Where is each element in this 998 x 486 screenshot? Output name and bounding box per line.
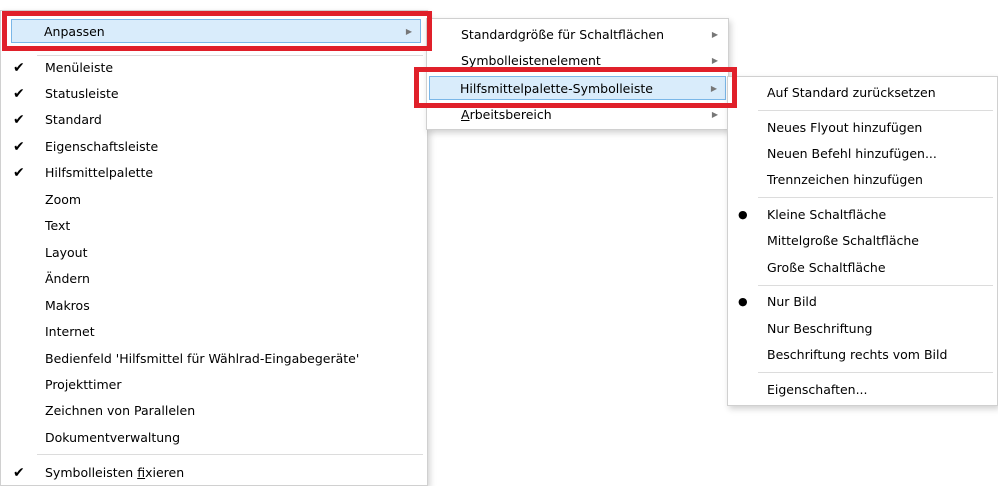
menu-item-label: Symbolleistenelement [461, 53, 601, 68]
menu-item-text[interactable]: Text [3, 214, 425, 238]
menu-item-label: Makros [45, 298, 90, 313]
menu-item-auf-standard-zuruecksetzen[interactable]: Auf Standard zurücksetzen [730, 81, 995, 105]
check-icon: ✔ [13, 86, 25, 102]
check-icon: ✔ [13, 112, 25, 128]
menu-item-eigenschaftsleiste[interactable]: ✔ Eigenschaftsleiste [3, 135, 425, 159]
menu-item-kleine-schaltflaeche[interactable]: ● Kleine Schaltfläche [730, 203, 995, 227]
menu-item-dokumentverwaltung[interactable]: Dokumentverwaltung [3, 426, 425, 450]
radio-bullet-icon: ● [738, 208, 748, 221]
menu-item-label: Dokumentverwaltung [45, 430, 181, 445]
menu-item-label: Auf Standard zurücksetzen [767, 85, 936, 100]
menu-item-symbolleistenelement[interactable]: Symbolleistenelement ▶ [429, 49, 726, 73]
menu-separator [758, 372, 993, 373]
menu-item-label: Kleine Schaltfläche [767, 207, 887, 222]
menu-item-bedienfeld[interactable]: Bedienfeld 'Hilfsmittel für Wählrad-Eing… [3, 347, 425, 371]
menu-item-label: Nur Bild [767, 294, 817, 309]
menu-item-neues-flyout[interactable]: Neues Flyout hinzufügen [730, 116, 995, 140]
menu-item-label: Ändern [45, 271, 90, 286]
menu-separator [758, 197, 993, 198]
menu-item-projekttimer[interactable]: Projekttimer [3, 373, 425, 397]
menu-item-arbeitsbereich[interactable]: Arbeitsbereich ▶ [429, 103, 726, 127]
menu-item-nur-bild[interactable]: ● Nur Bild [730, 290, 995, 314]
menu-item-hilfsmittelpalette[interactable]: ✔ Hilfsmittelpalette [3, 161, 425, 185]
menu-item-aendern[interactable]: Ändern [3, 267, 425, 291]
menu-item-label: Projekttimer [45, 377, 122, 392]
submenu-arrow-icon: ▶ [710, 84, 717, 93]
menu-item-label: Trennzeichen hinzufügen [767, 172, 923, 187]
menu-item-label: Internet [45, 324, 95, 339]
menu-item-hilfsmittelpalette-symbolleiste[interactable]: Hilfsmittelpalette-Symbolleiste ▶ [429, 76, 726, 100]
submenu-arrow-icon: ▶ [405, 27, 412, 36]
submenu-arrow-icon: ▶ [711, 110, 718, 119]
menu-item-label: Zeichnen von Parallelen [45, 403, 196, 418]
menu-item-label: Statusleiste [45, 86, 119, 101]
menu-item-layout[interactable]: Layout [3, 241, 425, 265]
toolbars-menu: Anpassen ▶ ✔ Menüleiste ✔ Statusleiste ✔… [0, 10, 428, 486]
menu-item-label: Eigenschaftsleiste [45, 139, 159, 154]
menu-separator [37, 454, 423, 455]
menu-item-standard[interactable]: ✔ Standard [3, 108, 425, 132]
menu-separator [758, 110, 993, 111]
menu-item-label: Standardgröße für Schaltflächen [461, 27, 664, 42]
menu-item-standardgroesse[interactable]: Standardgröße für Schaltflächen ▶ [429, 23, 726, 47]
radio-bullet-icon: ● [738, 295, 748, 308]
menu-item-label: Arbeitsbereich [461, 107, 552, 122]
menu-item-label: Symbolleisten fixieren [45, 465, 185, 480]
menu-item-label: Bedienfeld 'Hilfsmittel für Wählrad-Eing… [45, 351, 360, 366]
menu-item-nur-beschriftung[interactable]: Nur Beschriftung [730, 317, 995, 341]
menu-separator [758, 285, 993, 286]
menu-item-label: Text [45, 218, 71, 233]
submenu-arrow-icon: ▶ [711, 56, 718, 65]
menu-item-symbolleisten-fixieren[interactable]: ✔ Symbolleisten fixieren [3, 461, 425, 485]
menu-item-label: Standard [45, 112, 102, 127]
menu-item-label: Nur Beschriftung [767, 321, 873, 336]
menu-item-label: Anpassen [44, 24, 105, 39]
menu-item-label: Menüleiste [45, 60, 114, 75]
menu-item-menueleiste[interactable]: ✔ Menüleiste [3, 56, 425, 80]
check-icon: ✔ [13, 139, 25, 155]
menu-item-label: Eigenschaften... [767, 382, 868, 397]
menu-item-beschriftung-rechts[interactable]: Beschriftung rechts vom Bild [730, 343, 995, 367]
menu-item-label: Hilfsmittelpalette [45, 165, 154, 180]
anpassen-submenu: Standardgröße für Schaltflächen ▶ Symbol… [426, 18, 729, 130]
menu-item-label: Mittelgroße Schaltfläche [767, 233, 919, 248]
menu-item-zeichnen-von-parallelen[interactable]: Zeichnen von Parallelen [3, 399, 425, 423]
menu-item-label: Layout [45, 245, 88, 260]
menu-item-neuen-befehl[interactable]: Neuen Befehl hinzufügen... [730, 142, 995, 166]
menu-item-label: Neues Flyout hinzufügen [767, 120, 923, 135]
menu-item-trennzeichen[interactable]: Trennzeichen hinzufügen [730, 168, 995, 192]
menu-item-grosse-schaltflaeche[interactable]: Große Schaltfläche [730, 256, 995, 280]
menu-item-label: Zoom [45, 192, 82, 207]
menu-item-internet[interactable]: Internet [3, 320, 425, 344]
menu-item-zoom[interactable]: Zoom [3, 188, 425, 212]
menu-item-label: Beschriftung rechts vom Bild [767, 347, 948, 362]
menu-item-mittelgrosse-schaltflaeche[interactable]: Mittelgroße Schaltfläche [730, 229, 995, 253]
menu-item-label: Hilfsmittelpalette-Symbolleiste [460, 81, 653, 96]
menu-item-anpassen[interactable]: Anpassen ▶ [11, 19, 421, 43]
hilfsmittelpalette-symbolleiste-submenu: Auf Standard zurücksetzen Neues Flyout h… [727, 76, 998, 406]
menu-item-makros[interactable]: Makros [3, 294, 425, 318]
menu-item-statusleiste[interactable]: ✔ Statusleiste [3, 82, 425, 106]
submenu-arrow-icon: ▶ [711, 30, 718, 39]
menu-item-label: Große Schaltfläche [767, 260, 886, 275]
check-icon: ✔ [13, 465, 25, 481]
check-icon: ✔ [13, 165, 25, 181]
menu-item-eigenschaften[interactable]: Eigenschaften... [730, 378, 995, 402]
menu-item-label: Neuen Befehl hinzufügen... [767, 146, 937, 161]
check-icon: ✔ [13, 60, 25, 76]
